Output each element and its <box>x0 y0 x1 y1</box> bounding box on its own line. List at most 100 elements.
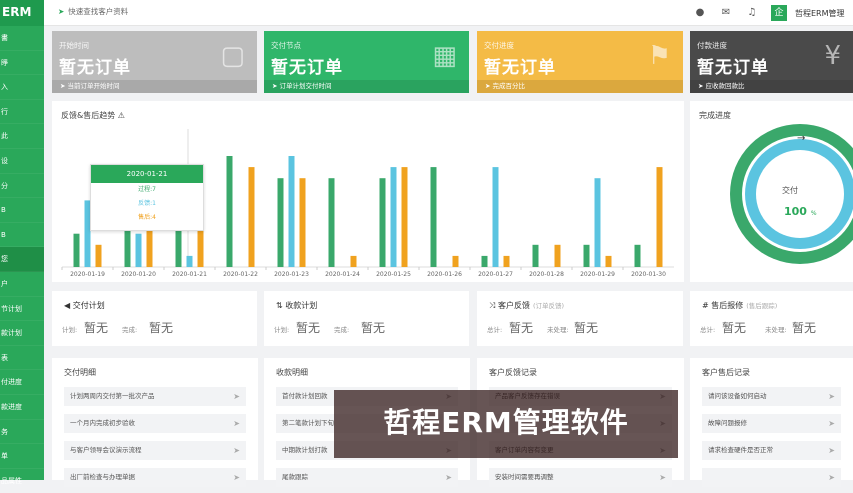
sidebar-item[interactable]: B <box>0 223 44 248</box>
chart-bar <box>328 178 335 267</box>
list-item[interactable]: 故障问题报修 ➤ <box>702 414 841 433</box>
app-logo: ERM <box>0 0 44 26</box>
tooltip-row: 过程:7 <box>138 186 156 193</box>
stat-title: ◀ 交付计划 <box>64 301 105 310</box>
send-icon: ➤ <box>828 392 835 401</box>
top-bar: ➤ 快速查找客户资料 ● ✉ ♫ 企 哲程ERM管理 <box>44 0 853 26</box>
tooltip-date: 2020-01-21 <box>91 165 203 183</box>
card-label: 付款进度 <box>697 41 727 50</box>
chart-bar <box>95 244 102 267</box>
send-icon: ➤ <box>58 7 65 16</box>
sidebar-item[interactable]: 入 <box>0 75 44 100</box>
card-value: 暂无订单 <box>484 58 556 78</box>
list-item[interactable]: 安装时间需要再调整 ➤ <box>489 468 672 487</box>
list-item[interactable]: 一个月内完成初步验收 ➤ <box>64 414 246 433</box>
arrow-icon: ⇒ <box>794 149 802 160</box>
send-icon: ➤ <box>828 473 835 482</box>
sidebar-item[interactable]: 款计划 <box>0 321 44 346</box>
list-item[interactable]: 出厂前检查与办理单据 ➤ <box>64 468 246 487</box>
list-panel: 客户售后记录请问该设备如何启动 ➤ 故障问题报修 ➤ 请求检查硬件是否正常 ➤ ➤ <box>690 358 853 487</box>
list-title: 客户售后记录 <box>702 368 750 377</box>
chart-bar <box>605 255 612 267</box>
avatar[interactable]: 企 <box>771 5 787 21</box>
android-icon[interactable]: ● <box>693 6 707 20</box>
chart-bar <box>390 167 397 267</box>
sidebar-item[interactable]: 务 <box>0 420 44 445</box>
summary-card[interactable]: 交付进度 暂无订单 ⚑ ➤ 完成百分比 <box>477 31 683 93</box>
summary-card[interactable]: 交付节点 暂无订单 ▦ ➤ 订单计划交付时间 <box>264 31 469 93</box>
list-item[interactable]: 计划两周内交付第一批次产品 ➤ <box>64 387 246 406</box>
list-item[interactable]: 请问该设备如何启动 ➤ <box>702 387 841 406</box>
summary-card[interactable]: 付款进度 暂无订单 ¥ ➤ 应收款回款比 <box>690 31 853 93</box>
list-panel: 交付明细 计划两周内交付第一批次产品 ➤ 一个月内完成初步验收 ➤ 与客户领导会议演示流程… <box>52 358 258 487</box>
sidebar-item[interactable]: 节计划 <box>0 297 44 322</box>
chart-bar <box>379 178 386 267</box>
sidebar-item[interactable]: 款进度 <box>0 395 44 420</box>
sidebar-item[interactable]: 付进度 <box>0 370 44 395</box>
stat-value: 暂无 <box>509 321 534 335</box>
card-label: 交付进度 <box>484 41 514 50</box>
card-footer: ➤ 完成百分比 <box>477 80 683 93</box>
progress-label: 交付 <box>782 186 798 195</box>
hash-icon: # <box>702 301 709 310</box>
send-icon: ➤ <box>233 392 240 401</box>
x-tick-label: 2020-01-27 <box>478 271 513 278</box>
sidebar: ERM 畵睜入行此设分 B B 您户节计划 款计划表付进度 款进度务单品属性 <box>0 0 44 493</box>
grid-calendar-icon: ▦ <box>432 41 457 71</box>
stat-label: 计划: <box>274 326 290 334</box>
stat-label: 未处理: <box>547 326 569 334</box>
calendar-icon: ▢ <box>220 41 245 71</box>
list-title: 收款明细 <box>276 368 308 377</box>
stat-value: 暂无 <box>84 321 109 335</box>
sidebar-item[interactable]: 此 <box>0 124 44 149</box>
sidebar-item[interactable]: 睜 <box>0 51 44 76</box>
sidebar-item[interactable]: 户 <box>0 272 44 297</box>
send-icon: ➤ <box>233 419 240 428</box>
chart-bar <box>226 156 233 267</box>
sidebar-item[interactable]: 单 <box>0 444 44 469</box>
stat-title: ⇅ 收款计划 <box>276 301 318 310</box>
x-tick-label: 2020-01-26 <box>427 271 462 278</box>
chart-bar <box>503 255 510 267</box>
sidebar-item[interactable]: 品属性 <box>0 469 44 493</box>
user-name[interactable]: 哲程ERM管理 <box>795 8 853 19</box>
stat-value: 暂无 <box>574 321 599 335</box>
chart-bar <box>481 255 488 267</box>
money-icon: ¥ <box>824 41 841 71</box>
progress-panel: 完成进度 → ⇒ 交付 100 % <box>690 101 853 282</box>
list-item[interactable]: 尾款跟踪 ➤ <box>276 468 458 487</box>
watermark-banner: 哲程ERM管理软件 <box>334 390 678 458</box>
x-tick-label: 2020-01-29 <box>580 271 615 278</box>
chart-bar <box>401 167 408 267</box>
progress-ring: → ⇒ <box>730 124 853 264</box>
sidebar-item[interactable]: 行 <box>0 100 44 125</box>
x-tick-label: 2020-01-24 <box>325 271 360 278</box>
x-tick-label: 2020-01-25 <box>376 271 411 278</box>
x-tick-label: 2020-01-23 <box>274 271 309 278</box>
stat-panel: ⤨ 客户反馈 (订单反馈) 总计: 暂无 未处理: 暂无 <box>477 291 683 346</box>
list-item[interactable]: ➤ <box>702 468 841 487</box>
x-tick-label: 2020-01-20 <box>121 271 156 278</box>
send-icon: ➤ <box>233 446 240 455</box>
bell-icon[interactable]: ♫ <box>745 6 759 20</box>
x-tick-label: 2020-01-22 <box>223 271 258 278</box>
sidebar-item[interactable]: 畵 <box>0 26 44 51</box>
stat-panel: # 售后报修 (售后跟踪) 总计: 暂无 未处理: 暂无 <box>690 291 853 346</box>
stat-value: 暂无 <box>149 321 174 335</box>
sidebar-item[interactable]: B <box>0 198 44 223</box>
sidebar-item[interactable]: 您 <box>0 247 44 272</box>
chart-bar <box>73 233 80 267</box>
list-item[interactable]: 请求检查硬件是否正常 ➤ <box>702 441 841 460</box>
quick-search[interactable]: ➤ 快速查找客户资料 <box>58 6 128 17</box>
tooltip-row: 反馈:1 <box>138 200 156 207</box>
sidebar-item[interactable]: 分 <box>0 174 44 199</box>
send-icon: ➤ <box>445 473 452 482</box>
list-item[interactable]: 与客户领导会议演示流程 ➤ <box>64 441 246 460</box>
x-tick-label: 2020-01-19 <box>70 271 105 278</box>
sidebar-item[interactable]: 设 <box>0 149 44 174</box>
send-icon: ➤ <box>659 473 666 482</box>
message-icon[interactable]: ✉ <box>719 6 733 20</box>
chart-bar <box>135 233 142 267</box>
sidebar-item[interactable]: 表 <box>0 346 44 371</box>
summary-card[interactable]: 开始时间 暂无订单 ▢ ➤ 当前订单开始时间 <box>52 31 257 93</box>
